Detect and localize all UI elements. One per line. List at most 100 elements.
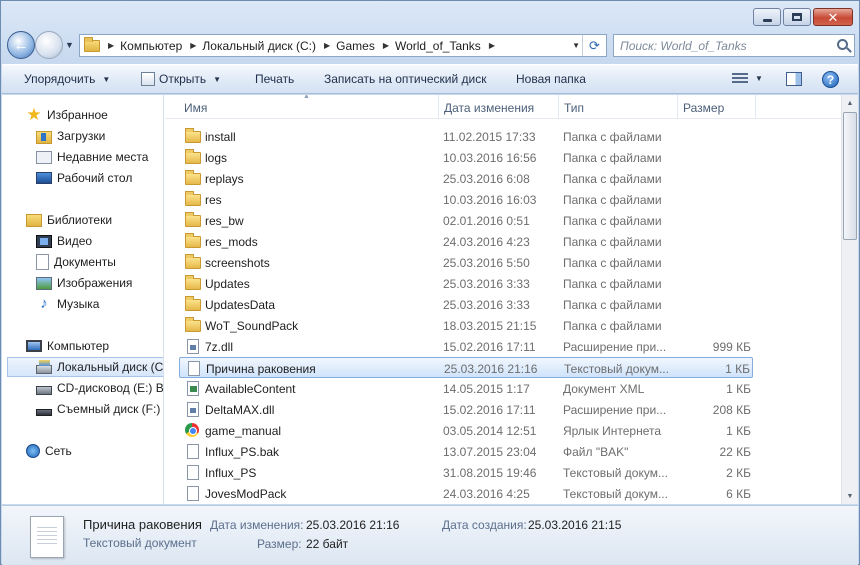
column-size[interactable]: Размер [683, 101, 724, 115]
file-date: 11.02.2015 17:33 [443, 130, 536, 144]
file-row[interactable]: UpdatesData 25.03.2016 3:33 Папка с файлам… [179, 294, 753, 315]
scroll-thumb[interactable] [843, 112, 857, 240]
file-name: screenshots [205, 256, 270, 270]
breadcrumb-world-of-tanks[interactable]: World_of_Tanks [395, 39, 481, 53]
file-row[interactable]: Updates 25.03.2016 3:33 Папка с файлами [179, 273, 753, 294]
arrow-right-icon: → [41, 36, 57, 54]
file-row[interactable]: Причина раковения 25.03.2016 21:16 Текстов… [179, 357, 753, 378]
column-name[interactable]: Имя [184, 101, 207, 115]
chevron-right-icon[interactable]: ▶ [324, 41, 330, 50]
chevron-right-icon[interactable]: ▶ [383, 41, 389, 50]
file-row[interactable]: replays 25.03.2016 6:08 Папка с файлами [179, 168, 753, 189]
chevron-right-icon[interactable]: ▶ [190, 41, 196, 50]
nav-removable-disk[interactable]: Съемный диск (F:) [36, 399, 160, 419]
dll-file-icon [187, 402, 199, 417]
help-icon[interactable]: ? [822, 71, 839, 88]
file-type: Папка с файлами [563, 277, 662, 291]
nav-computer[interactable]: Компьютер [26, 336, 109, 356]
view-options-icon[interactable] [732, 73, 748, 85]
nav-label: Съемный диск (F:) [57, 402, 161, 416]
file-date: 25.03.2016 3:33 [443, 298, 530, 312]
xml-file-icon [187, 381, 199, 396]
file-row[interactable]: Influx_PS.bak 13.07.2015 23:04 Файл "BAK" 2… [179, 441, 753, 462]
maximize-button[interactable] [783, 8, 811, 26]
file-date: 14.05.2015 1:17 [443, 382, 530, 396]
file-row[interactable]: install 11.02.2015 17:33 Папка с файлами [179, 126, 753, 147]
nav-libraries[interactable]: Библиотеки [26, 210, 112, 230]
scroll-up-button[interactable]: ▲ [842, 95, 858, 111]
open-button[interactable]: Открыть ▼ [141, 72, 221, 86]
nav-downloads[interactable]: Загрузки [36, 126, 105, 146]
nav-desktop[interactable]: Рабочий стол [36, 168, 132, 188]
file-name: AvailableContent [205, 382, 296, 396]
column-divider[interactable] [438, 95, 439, 119]
burn-button[interactable]: Записать на оптический диск [324, 72, 487, 86]
file-row[interactable]: DeltaMAX.dll 15.02.2016 17:11 Расширение п… [179, 399, 753, 420]
file-row[interactable]: res_bw 02.01.2016 0:51 Папка с файлами [179, 210, 753, 231]
new-folder-label: Новая папка [516, 72, 586, 86]
details-file-name: Причина раковения [83, 517, 202, 532]
file-row[interactable]: logs 10.03.2016 16:56 Папка с файлами [179, 147, 753, 168]
navigation-pane[interactable]: ★ Избранное Загрузки Недавние места Рабоч… [2, 95, 164, 504]
file-row[interactable]: JovesModPack 24.03.2016 4:25 Текстовый док… [179, 483, 753, 504]
breadcrumb-local-disk[interactable]: Локальный диск (C:) [202, 39, 316, 53]
chevron-down-icon[interactable]: ▼ [755, 74, 763, 83]
search-input[interactable]: Поиск: World_of_Tanks [613, 34, 855, 57]
nav-music[interactable]: ♪ Музыка [36, 294, 99, 314]
vertical-scrollbar[interactable]: ▲ ▼ [841, 95, 858, 504]
file-row[interactable]: Influx_PS 31.08.2015 19:46 Текстовый докум… [179, 462, 753, 483]
chevron-right-icon[interactable]: ▶ [489, 41, 495, 50]
file-name: replays [205, 172, 244, 186]
column-divider[interactable] [558, 95, 559, 119]
nav-video[interactable]: Видео [36, 231, 92, 251]
address-bar[interactable]: ▶ Компьютер ▶ Локальный диск (C:) ▶ Game… [79, 34, 607, 57]
file-row[interactable]: game_manual 03.05.2014 12:51 Ярлык Интерне… [179, 420, 753, 441]
file-type: Текстовый докум... [563, 487, 668, 501]
open-label: Открыть [159, 72, 207, 86]
column-date[interactable]: Дата изменения [444, 101, 534, 115]
preview-pane-icon[interactable] [786, 72, 802, 86]
column-divider[interactable] [755, 95, 756, 119]
breadcrumb-games[interactable]: Games [336, 39, 375, 53]
nav-local-disk[interactable]: Локальный диск (C:) [7, 357, 163, 377]
breadcrumb-computer[interactable]: Компьютер [120, 39, 182, 53]
forward-button[interactable]: → [35, 31, 63, 59]
folder-icon [84, 36, 100, 52]
nav-label: Загрузки [57, 129, 106, 143]
nav-images[interactable]: Изображения [36, 273, 132, 293]
file-date: 18.03.2015 21:15 [443, 319, 537, 333]
nav-network[interactable]: Сеть [26, 441, 72, 461]
chevron-right-icon[interactable]: ▶ [108, 41, 114, 50]
file-row[interactable]: AvailableContent 14.05.2015 1:17 Документ … [179, 378, 753, 399]
address-dropdown[interactable]: ▼ [572, 41, 580, 50]
nav-recent-places[interactable]: Недавние места [36, 147, 148, 167]
file-row[interactable]: res_mods 24.03.2016 4:23 Папка с файлами [179, 231, 753, 252]
file-row[interactable]: WoT_SoundPack 18.03.2015 21:15 Папка с фай… [179, 315, 753, 336]
file-row[interactable]: 7z.dll 15.02.2016 17:11 Расширение при... 9… [179, 336, 753, 357]
minimize-button[interactable] [753, 8, 781, 26]
details-modified-label: Дата изменения: [210, 518, 304, 532]
new-folder-button[interactable]: Новая папка [516, 72, 586, 86]
column-divider[interactable] [677, 95, 678, 119]
scroll-down-button[interactable]: ▼ [842, 488, 858, 504]
refresh-button[interactable]: ⟳ [582, 35, 606, 56]
file-row[interactable]: res 10.03.2016 16:03 Папка с файлами [179, 189, 753, 210]
column-type[interactable]: Тип [564, 101, 584, 115]
organize-button[interactable]: Упорядочить ▼ [24, 72, 110, 86]
search-icon[interactable] [837, 39, 848, 50]
file-name: install [205, 130, 236, 144]
file-type: Папка с файлами [563, 130, 662, 144]
nav-favorites[interactable]: ★ Избранное [26, 105, 107, 125]
computer-icon [26, 340, 42, 352]
close-button[interactable]: ✕ [813, 8, 853, 26]
print-button[interactable]: Печать [255, 72, 294, 86]
details-pane: Причина раковения Текстовый документ Дат… [2, 505, 858, 565]
folder-icon [185, 212, 201, 227]
nav-documents[interactable]: Документы [36, 252, 116, 272]
file-date: 31.08.2015 19:46 [443, 466, 537, 480]
file-row[interactable]: screenshots 25.03.2016 5:50 Папка с файлам… [179, 252, 753, 273]
nav-label: Сеть [45, 444, 72, 458]
nav-cd-drive[interactable]: CD-дисковод (E:) Be [36, 378, 163, 398]
recent-pages-dropdown[interactable]: ▼ [65, 40, 74, 50]
back-button[interactable]: ← [7, 31, 35, 59]
